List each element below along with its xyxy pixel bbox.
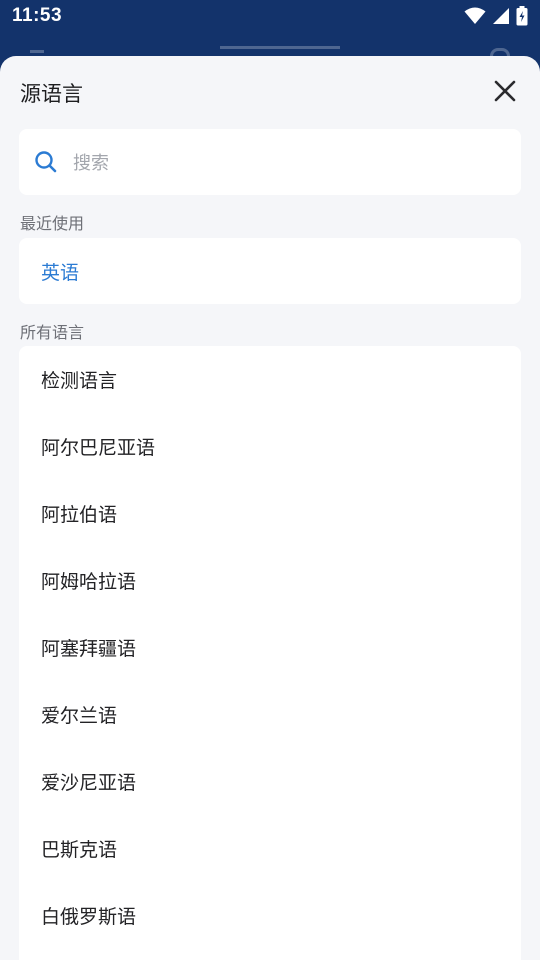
status-icons bbox=[464, 6, 528, 30]
search-input[interactable] bbox=[71, 143, 505, 183]
recent-list: 英语 bbox=[19, 238, 521, 304]
language-item[interactable]: 阿拉伯语 bbox=[19, 480, 521, 547]
battery-charging-icon bbox=[516, 6, 528, 30]
close-icon bbox=[494, 80, 516, 102]
signal-icon bbox=[492, 7, 510, 29]
recent-language-item[interactable]: 英语 bbox=[19, 238, 521, 304]
status-time: 11:53 bbox=[12, 5, 63, 26]
language-item[interactable]: 阿尔巴尼亚语 bbox=[19, 413, 521, 480]
language-item-detect[interactable]: 检测语言 bbox=[19, 346, 521, 413]
wifi-icon bbox=[464, 7, 486, 29]
sheet-title: 源语言 bbox=[20, 82, 83, 106]
all-languages-section-label: 所有语言 bbox=[20, 323, 85, 342]
source-language-sheet: 源语言 最近使用 英语 所有语言 检测语言 阿尔巴尼亚语 阿拉伯语 阿姆哈拉语 … bbox=[0, 56, 540, 960]
language-item[interactable]: 爱沙尼亚语 bbox=[19, 748, 521, 815]
language-item[interactable]: 阿姆哈拉语 bbox=[19, 547, 521, 614]
all-languages-list: 检测语言 阿尔巴尼亚语 阿拉伯语 阿姆哈拉语 阿塞拜疆语 爱尔兰语 爱沙尼亚语 … bbox=[19, 346, 521, 960]
close-button[interactable] bbox=[490, 76, 520, 106]
search-box[interactable] bbox=[19, 129, 521, 195]
status-bar: 11:53 bbox=[0, 0, 540, 34]
language-item[interactable]: 爱尔兰语 bbox=[19, 681, 521, 748]
language-item[interactable]: 白俄罗斯语 bbox=[19, 882, 521, 949]
search-icon bbox=[34, 150, 58, 178]
language-item[interactable]: 巴斯克语 bbox=[19, 815, 521, 882]
recent-section-label: 最近使用 bbox=[20, 214, 85, 233]
language-item[interactable]: 阿塞拜疆语 bbox=[19, 614, 521, 681]
sheet-header: 源语言 bbox=[0, 56, 540, 128]
